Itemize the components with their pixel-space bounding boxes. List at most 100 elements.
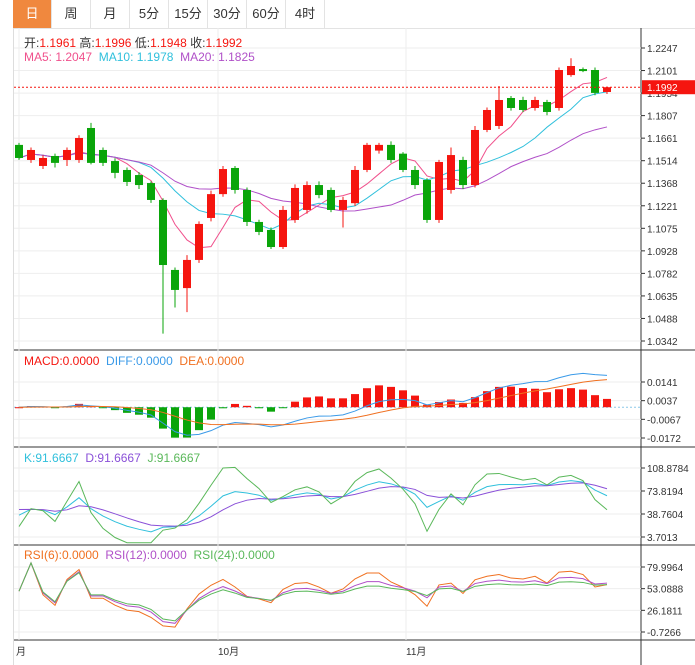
candle-down <box>123 169 131 182</box>
macd-bar <box>267 407 275 412</box>
candle-up <box>471 129 479 186</box>
kline-chart[interactable]: 月 10月 11月1.22471.21011.19541.18071.16611.1… <box>14 28 695 665</box>
candle-down <box>543 101 551 112</box>
kdj-tick: 108.8784 <box>647 464 689 475</box>
ma10-value: MA10: 1.1978 <box>98 50 174 64</box>
macd-bar <box>339 398 347 408</box>
d-value: D:91.6667 <box>85 451 141 465</box>
candle-up <box>447 155 455 190</box>
diff-line <box>18 372 608 436</box>
price-tick: 1.1661 <box>647 134 678 145</box>
candle-down <box>135 175 143 186</box>
k-line <box>18 480 608 533</box>
candle-down <box>267 229 275 248</box>
macd-bar <box>567 388 575 408</box>
candle-up <box>375 144 383 151</box>
rsi-tick: 53.0888 <box>647 585 684 596</box>
current-price-label: 1.1992 <box>647 83 678 94</box>
macd-bar <box>507 386 515 408</box>
price-tick: 1.2247 <box>647 44 678 55</box>
candle-down <box>459 159 467 186</box>
macd-bar <box>231 403 239 408</box>
tab-0[interactable]: 日 <box>13 0 52 28</box>
candle-down <box>147 183 155 200</box>
candle-up <box>27 149 35 160</box>
kdj-legend: K:91.6667 D:91.6667 J:91.6667 <box>24 451 200 465</box>
open-value: 1.1961 <box>39 36 77 50</box>
macd-bar <box>579 389 587 408</box>
macd-bar <box>387 386 395 408</box>
high-label: 高: <box>79 36 95 50</box>
macd-bar <box>375 385 383 408</box>
kdj-tick: 38.7604 <box>647 510 684 521</box>
j-value: J:91.6667 <box>147 451 201 465</box>
macd-bar <box>315 396 323 408</box>
candle-up <box>303 185 311 210</box>
rsi-legend: RSI(6):0.0000 RSI(12):0.0000 RSI(24):0.0… <box>24 548 275 562</box>
tab-2[interactable]: 月 <box>91 0 130 28</box>
macd-tick: 0.0037 <box>647 397 678 408</box>
price-tick: 1.1368 <box>647 179 678 190</box>
candle-up <box>195 223 203 260</box>
price-tick: 1.0635 <box>647 292 678 303</box>
candle-down <box>579 69 587 72</box>
macd-bar <box>351 394 359 408</box>
candle-up <box>279 209 287 248</box>
close-value: 1.1992 <box>205 36 243 50</box>
rsi-tick: 26.1811 <box>647 606 683 617</box>
candle-down <box>399 153 407 170</box>
candle-up <box>219 169 227 195</box>
macd-tick: -0.0172 <box>647 434 681 445</box>
dea-value: DEA:0.0000 <box>179 354 245 368</box>
macd-bar <box>255 407 263 409</box>
candle-down <box>327 189 335 210</box>
tab-5[interactable]: 30分 <box>208 0 247 28</box>
low-value: 1.1948 <box>150 36 187 50</box>
candle-up <box>291 187 299 220</box>
k-value: K:91.6667 <box>24 451 79 465</box>
macd-bar <box>327 398 335 408</box>
ma5-line <box>18 76 608 249</box>
date-label: 11月 <box>406 646 426 658</box>
price-tick: 1.0928 <box>647 247 678 258</box>
tab-7[interactable]: 4时 <box>286 0 325 28</box>
macd-bar <box>195 407 203 431</box>
candle-down <box>171 269 179 290</box>
rsi12-line <box>18 561 608 624</box>
tab-1[interactable]: 周 <box>52 0 91 28</box>
macd-bar <box>183 407 191 438</box>
macd-bar <box>543 392 551 408</box>
candle-down <box>15 144 23 158</box>
kdj-tick: 73.8194 <box>647 487 684 498</box>
j-line <box>18 466 608 544</box>
candle-up <box>39 157 47 166</box>
close-label: 收: <box>190 36 206 50</box>
candle-up <box>363 144 371 170</box>
candle-down <box>159 199 167 266</box>
rsi-tick: -0.7266 <box>647 628 681 639</box>
macd-legend: MACD:0.0000 DIFF:0.0000 DEA:0.0000 <box>24 354 244 368</box>
rsi6-line <box>18 561 608 628</box>
diff-value: DIFF:0.0000 <box>106 354 173 368</box>
candle-up <box>75 137 83 160</box>
tab-6[interactable]: 60分 <box>247 0 286 28</box>
tab-4[interactable]: 15分 <box>169 0 208 28</box>
price-tick: 1.0488 <box>647 314 678 325</box>
low-label: 低: <box>134 36 151 50</box>
macd-bar <box>591 395 599 408</box>
macd-tick: -0.0067 <box>647 415 681 426</box>
period-tabs: 日周月 5分 15分 30分 60分 4时 <box>13 0 695 29</box>
price-tick: 1.1221 <box>647 202 678 213</box>
high-value: 1.1996 <box>94 36 132 50</box>
tab-3[interactable]: 5分 <box>130 0 169 28</box>
macd-bar <box>243 405 251 408</box>
candle-down <box>243 189 251 222</box>
candle-up <box>495 99 503 126</box>
macd-bar <box>519 388 527 408</box>
ma5-value: MA5: 1.2047 <box>24 50 93 64</box>
price-tick: 1.2101 <box>647 67 678 78</box>
price-tick: 1.1075 <box>647 224 678 235</box>
candle-down <box>255 221 263 232</box>
candle-down <box>99 149 107 163</box>
rsi24-line <box>18 561 608 622</box>
